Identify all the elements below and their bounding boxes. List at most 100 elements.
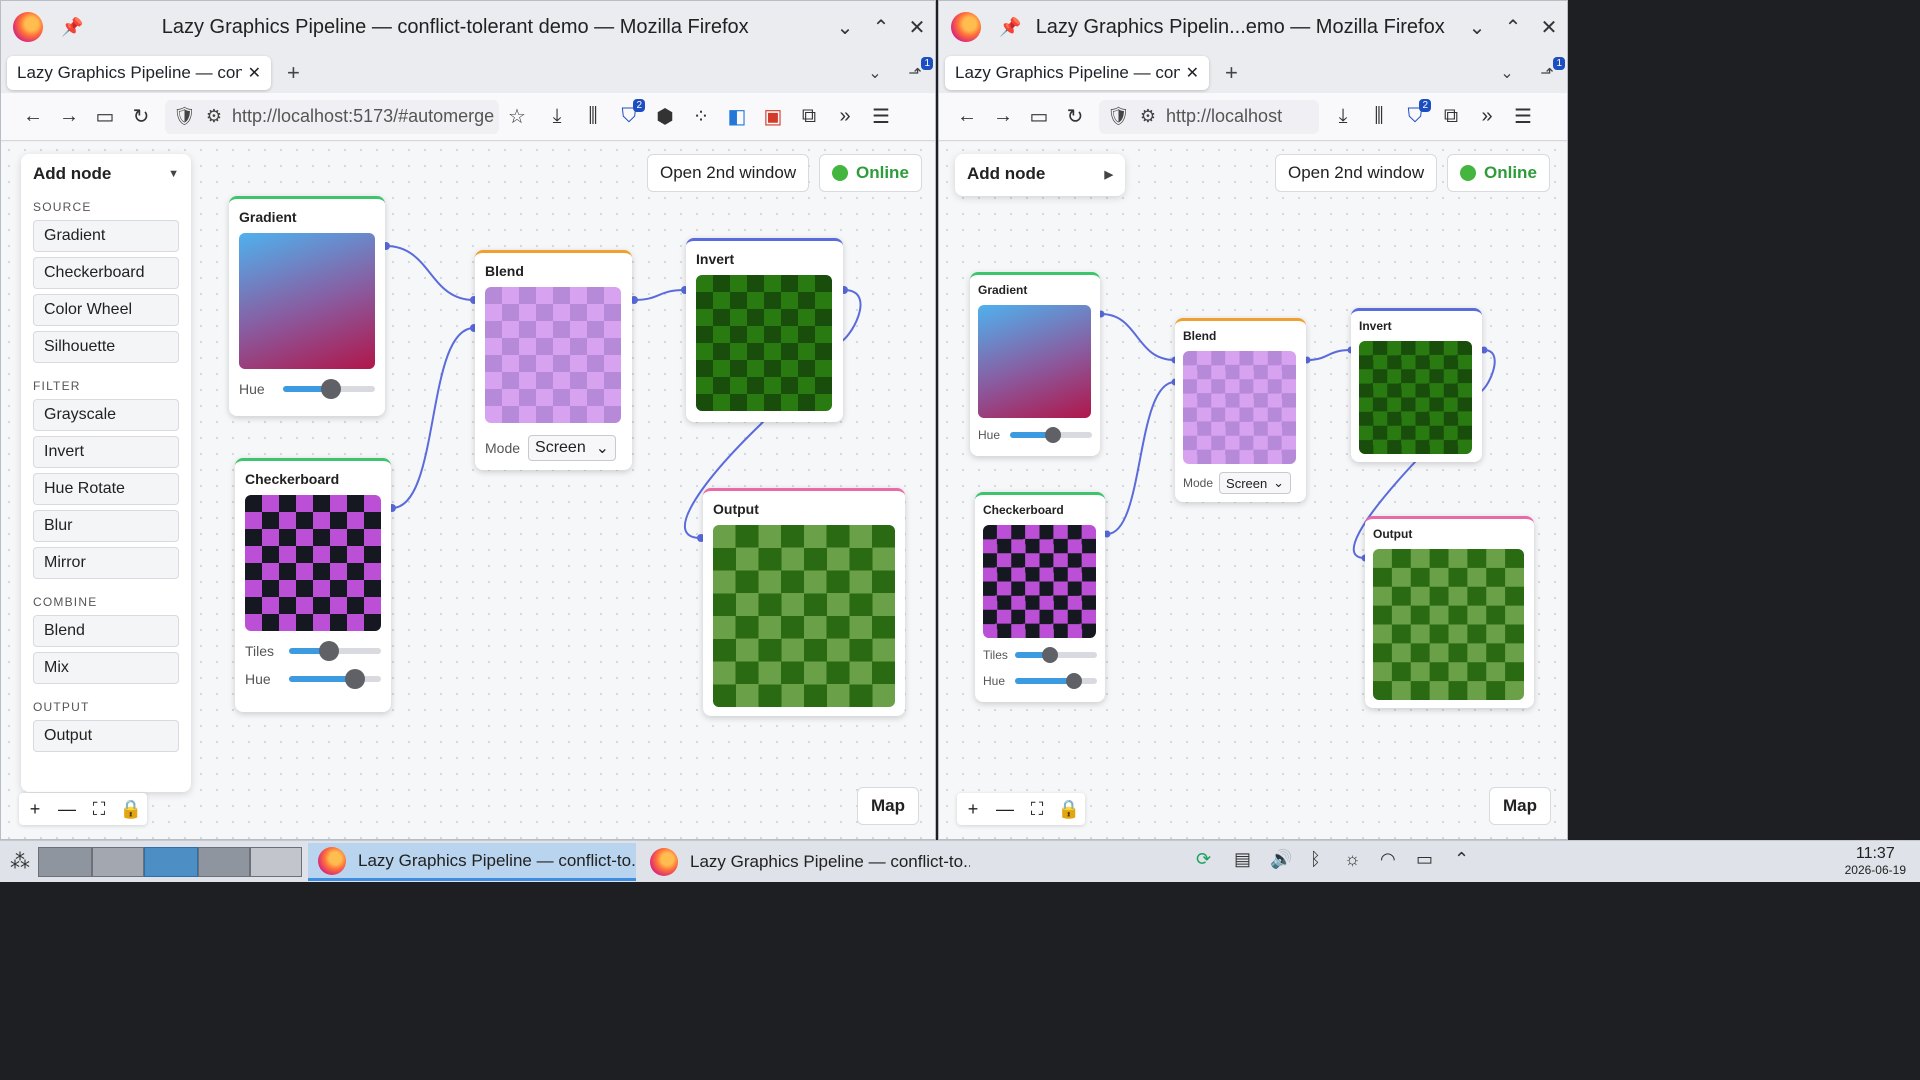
tiles-slider[interactable]	[289, 641, 381, 661]
wifi-icon[interactable]: ◠	[1380, 849, 1396, 870]
new-tab-icon[interactable]: +	[1225, 60, 1238, 86]
fit-view-icon[interactable]: ⛶	[1021, 793, 1053, 825]
add-gradient-button[interactable]: Gradient	[33, 220, 179, 252]
maximize-icon[interactable]: ⌃	[863, 15, 899, 40]
new-tab-icon[interactable]: +	[287, 60, 300, 86]
add-checkerboard-button[interactable]: Checkerboard	[33, 257, 179, 289]
add-silhouette-button[interactable]: Silhouette	[33, 331, 179, 363]
tab-overflow-icon[interactable]: ⬏ 1	[1527, 57, 1567, 83]
node-invert[interactable]: Invert	[686, 238, 843, 422]
battery-icon[interactable]: ▭	[1416, 849, 1433, 870]
taskbar-app-firefox-1[interactable]: Lazy Graphics Pipeline — conflict-to...	[308, 843, 636, 881]
zoom-in-icon[interactable]: +	[19, 793, 51, 825]
zoom-in-icon[interactable]: +	[957, 793, 989, 825]
pager-desktop-1[interactable]	[38, 847, 92, 877]
node-output[interactable]: Output	[703, 488, 905, 716]
map-button[interactable]: Map	[857, 787, 919, 825]
slider-thumb[interactable]	[320, 379, 341, 399]
hue-slider[interactable]	[289, 669, 381, 689]
pager-desktop-2[interactable]	[92, 847, 144, 877]
pin-icon[interactable]: 📌	[61, 17, 83, 38]
zoom-out-icon[interactable]: —	[51, 793, 83, 825]
browser-tab[interactable]: Lazy Graphics Pipeline — confl ✕	[945, 56, 1209, 90]
back-icon[interactable]: ←	[15, 105, 51, 128]
back-icon[interactable]: ←	[949, 105, 985, 128]
online-status-button[interactable]: Online	[819, 154, 922, 192]
add-blur-button[interactable]: Blur	[33, 510, 179, 542]
slider-thumb[interactable]	[1044, 427, 1061, 443]
add-mix-button[interactable]: Mix	[33, 652, 179, 684]
minimize-icon[interactable]: ⌄	[827, 15, 863, 40]
slider-thumb[interactable]	[318, 641, 339, 661]
node-invert[interactable]: Invert	[1351, 308, 1482, 462]
slider-thumb[interactable]	[1042, 647, 1059, 663]
extension-bitwarden-icon[interactable]: ⛉ 2	[1397, 99, 1433, 128]
slider-thumb[interactable]	[1066, 673, 1083, 689]
brightness-icon[interactable]: ☼	[1344, 849, 1361, 870]
add-node-panel[interactable]: Add node ▶	[955, 154, 1125, 196]
menu-icon[interactable]: ☰	[863, 104, 899, 129]
node-checkerboard[interactable]: Checkerboard Tiles Hue	[975, 492, 1105, 702]
open-second-window-button[interactable]: Open 2nd window	[1275, 154, 1438, 192]
online-status-button[interactable]: Online	[1447, 154, 1550, 192]
extension-translate-icon[interactable]: ◧	[719, 104, 755, 129]
open-second-window-button[interactable]: Open 2nd window	[647, 154, 810, 192]
slider-thumb[interactable]	[345, 669, 366, 689]
clipboard-icon[interactable]: ▤	[1234, 849, 1251, 870]
add-node-header[interactable]: Add node ▼	[33, 164, 179, 184]
maximize-icon[interactable]: ⌃	[1495, 15, 1531, 40]
overflow-chevron-icon[interactable]: »	[827, 105, 863, 128]
tab-overflow-icon[interactable]: ⬏ 1	[895, 57, 935, 83]
menu-icon[interactable]: ☰	[1505, 104, 1541, 129]
node-checkerboard[interactable]: Checkerboard Tiles Hue	[235, 458, 391, 712]
pin-icon[interactable]: 📌	[999, 17, 1021, 38]
hue-slider[interactable]	[1010, 427, 1092, 443]
minimize-icon[interactable]: ⌄	[1459, 15, 1495, 40]
forward-icon[interactable]: →	[51, 105, 87, 128]
graph-canvas[interactable]: Add node ▶ Open 2nd window Online Gradie…	[939, 142, 1567, 839]
pager-desktop-3[interactable]	[144, 847, 198, 877]
add-mirror-button[interactable]: Mirror	[33, 547, 179, 579]
hue-slider[interactable]	[1015, 673, 1097, 689]
tab-close-icon[interactable]: ✕	[1186, 63, 1199, 83]
url-bar[interactable]: 🛡 ⚙ http://localhost	[1099, 99, 1319, 134]
close-icon[interactable]: ✕	[1531, 15, 1567, 40]
map-button[interactable]: Map	[1489, 787, 1551, 825]
add-color-wheel-button[interactable]: Color Wheel	[33, 294, 179, 326]
extension-bitwarden-icon[interactable]: ⛉ 2	[611, 99, 647, 128]
add-output-button[interactable]: Output	[33, 720, 179, 752]
collapse-arrow-icon[interactable]: ▼	[168, 168, 179, 180]
add-blend-button[interactable]: Blend	[33, 615, 179, 647]
expand-arrow-icon[interactable]: ▶	[1105, 168, 1113, 181]
library-icon[interactable]: ⫼	[1361, 105, 1397, 128]
download-icon[interactable]: ⤓	[539, 105, 575, 128]
add-node-header[interactable]: Add node ▶	[967, 164, 1113, 184]
forward-icon[interactable]: →	[985, 105, 1021, 128]
node-gradient[interactable]: Gradient Hue	[229, 196, 385, 416]
hue-slider[interactable]	[283, 379, 375, 399]
add-invert-button[interactable]: Invert	[33, 436, 179, 468]
node-gradient[interactable]: Gradient Hue	[970, 272, 1100, 456]
browser-tab[interactable]: Lazy Graphics Pipeline — confl ✕	[7, 56, 271, 90]
node-blend[interactable]: Blend Mode Screen ⌄	[475, 250, 632, 470]
extensions-puzzle-icon[interactable]: ⧉	[1433, 105, 1469, 128]
sidebar-icon[interactable]: ▭	[87, 104, 123, 129]
extension-red-icon[interactable]: ▣	[755, 104, 791, 129]
node-output[interactable]: Output	[1365, 516, 1534, 708]
sync-icon[interactable]: ⟳	[1196, 849, 1211, 870]
extensions-puzzle-icon[interactable]: ⧉	[791, 105, 827, 128]
reload-icon[interactable]: ↻	[123, 104, 159, 129]
overflow-chevron-icon[interactable]: »	[1469, 105, 1505, 128]
fit-view-icon[interactable]: ⛶	[83, 793, 115, 825]
sidebar-icon[interactable]: ▭	[1021, 104, 1057, 129]
zoom-out-icon[interactable]: —	[989, 793, 1021, 825]
tray-expand-icon[interactable]: ⌃	[1454, 849, 1469, 870]
tab-close-icon[interactable]: ✕	[248, 63, 261, 83]
add-hue-rotate-button[interactable]: Hue Rotate	[33, 473, 179, 505]
tiles-slider[interactable]	[1015, 647, 1097, 663]
list-all-tabs-icon[interactable]: ⌄	[855, 63, 895, 83]
reload-icon[interactable]: ↻	[1057, 104, 1093, 129]
lock-icon[interactable]: 🔒	[1053, 793, 1085, 825]
url-bar[interactable]: 🛡 ⚙ http://localhost:5173/#automerge	[165, 99, 499, 134]
clock[interactable]: 11:37 2026-06-19	[1845, 845, 1906, 877]
